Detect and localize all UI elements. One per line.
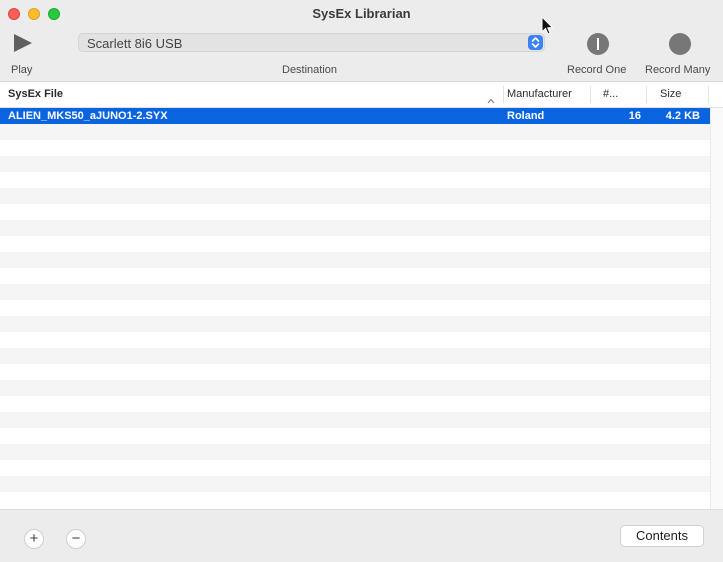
column-header-size[interactable]: Size: [660, 88, 681, 100]
empty-row: [0, 284, 710, 300]
column-header-manufacturer[interactable]: Manufacturer: [507, 88, 572, 100]
record-many-label: Record Many: [645, 64, 711, 76]
vertical-scrollbar[interactable]: [710, 108, 723, 509]
cell-manufacturer: Roland: [507, 110, 545, 122]
column-divider[interactable]: [708, 86, 709, 103]
column-divider[interactable]: [590, 86, 591, 103]
contents-button[interactable]: Contents: [620, 525, 704, 547]
add-button[interactable]: +: [24, 529, 44, 549]
empty-row: [0, 316, 710, 332]
destination-label: Destination: [282, 64, 338, 76]
empty-row: [0, 140, 710, 156]
play-icon: [14, 34, 32, 52]
empty-row: [0, 300, 710, 316]
empty-row: [0, 172, 710, 188]
column-header-sysex-file[interactable]: SysEx File: [8, 88, 63, 100]
empty-row: [0, 236, 710, 252]
empty-row: [0, 380, 710, 396]
empty-row: [0, 188, 710, 204]
empty-row: [0, 268, 710, 284]
cell-file: ALIEN_MKS50_aJUNO1-2.SYX: [8, 110, 168, 122]
column-header-count[interactable]: #...: [603, 88, 618, 100]
record-one-label: Record One: [567, 64, 627, 76]
pointer-cursor-icon: [541, 15, 555, 41]
destination-value: Scarlett 8i6 USB: [87, 36, 183, 51]
empty-row: [0, 204, 710, 220]
destination-popup[interactable]: Scarlett 8i6 USB: [78, 33, 545, 52]
sysex-file-table[interactable]: SysEx File Manufacturer #... Size ALIEN_…: [0, 81, 723, 509]
empty-row: [0, 220, 710, 236]
empty-row: [0, 492, 710, 508]
app-window: SysEx Librarian Play Scarlett 8i6 USB De…: [0, 0, 723, 562]
empty-row: [0, 444, 710, 460]
empty-row: [0, 252, 710, 268]
column-divider[interactable]: [646, 86, 647, 103]
empty-row: [0, 124, 710, 140]
column-divider[interactable]: [503, 86, 504, 103]
footer-bar: + − Contents: [0, 509, 723, 562]
record-many-icon: [669, 33, 691, 55]
record-one-icon: [587, 33, 609, 55]
empty-row: [0, 348, 710, 364]
title-bar: SysEx Librarian: [0, 0, 723, 28]
play-label: Play: [11, 64, 33, 76]
empty-row: [0, 476, 710, 492]
empty-row: [0, 364, 710, 380]
sort-ascending-icon: [487, 91, 495, 109]
empty-row: [0, 428, 710, 444]
table-row[interactable]: ALIEN_MKS50_aJUNO1-2.SYX Roland 16 4.2 K…: [0, 108, 710, 124]
remove-button[interactable]: −: [66, 529, 86, 549]
empty-row: [0, 396, 710, 412]
cell-count: 16: [628, 110, 641, 122]
cell-size: 4.2 KB: [665, 110, 700, 122]
empty-row: [0, 332, 710, 348]
empty-row: [0, 460, 710, 476]
table-header: SysEx File Manufacturer #... Size: [0, 82, 723, 108]
empty-row: [0, 156, 710, 172]
window-title: SysEx Librarian: [312, 6, 411, 21]
empty-row: [0, 412, 710, 428]
